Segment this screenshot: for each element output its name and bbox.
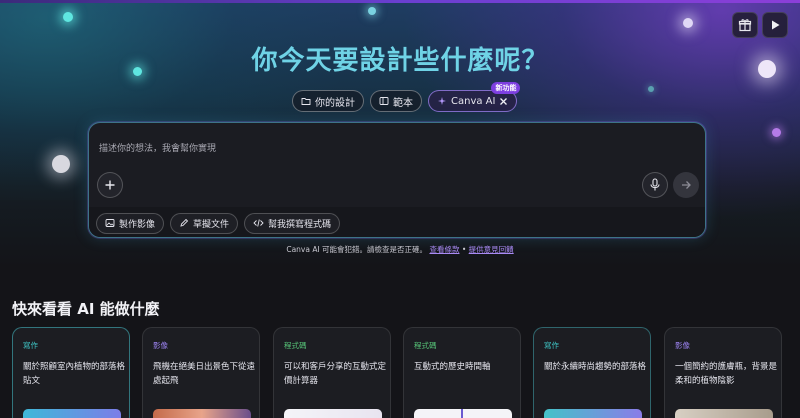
decor-glow-dot [368,7,376,15]
card-thumbnail [544,409,642,418]
decor-glow-dot [683,18,693,28]
example-card[interactable]: 影像 飛機在絕美日出景色下從遠處起飛 [142,327,260,418]
play-button[interactable] [762,12,788,38]
card-thumbnail [675,409,773,418]
decor-glow-dot [648,86,654,92]
tool-label: 草擬文件 [193,219,230,230]
card-text: 互動式的歷史時間軸 [414,362,491,372]
pen-icon [180,218,189,227]
card-tag: 程式碼 [414,341,437,350]
page-title: 你今天要設計些什麼呢？ [251,46,549,76]
chip-label: 你的設計 [315,97,355,109]
ai-disclaimer: Canva AI 可能會犯錯。請檢查是否正確。 查看條款 • 提供意見回饋 [0,244,800,255]
tool-draft-document[interactable]: 草擬文件 [170,212,239,234]
chip-canva-ai[interactable]: Canva AI 新功能 [428,82,521,112]
microphone-icon [650,178,660,191]
card-tag: 寫作 [544,341,559,350]
card-thumbnail [414,409,512,418]
template-icon [379,97,389,105]
tool-label: 幫我撰寫程式碼 [268,219,332,230]
prompt-quick-actions: 製作影像 草擬文件 幫我撰寫程式碼 [89,207,705,237]
chip-label: 範本 [393,97,413,109]
tool-make-image[interactable]: 製作影像 [96,212,165,234]
prompt-box: 描述你的想法，我會幫你實現 製作影像 草擬文件 幫我撰寫程式碼 [88,122,706,238]
feedback-link[interactable]: 提供意見回饋 [469,245,514,254]
card-text: 一個簡約的護膚瓶，背景是柔和的植物陰影 [675,362,778,386]
close-icon[interactable] [499,97,508,106]
gift-button[interactable] [732,12,758,38]
decor-glow-dot [772,128,781,137]
tool-write-code[interactable]: 幫我撰寫程式碼 [244,212,341,234]
example-card[interactable]: 寫作 關於永續時尚趨勢的部落格 [533,327,651,418]
top-accent-bar [0,0,800,3]
example-card[interactable]: 影像 一個簡約的護膚瓶，背景是柔和的植物陰影 [664,327,782,418]
card-thumbnail [284,409,382,418]
prompt-input[interactable]: 描述你的想法，我會幫你實現 [99,141,216,154]
new-feature-badge: 新功能 [491,82,521,94]
image-icon [105,219,115,227]
microphone-button[interactable] [642,172,668,198]
card-tag: 影像 [153,341,168,350]
tool-label: 製作影像 [119,219,156,230]
example-card[interactable]: 寫作 關於照顧室內植物的部落格貼文 [12,327,130,418]
decor-glow-dot [52,155,70,173]
card-thumbnail [153,409,251,418]
decor-glow-dot [63,12,73,22]
gift-icon [738,19,752,32]
card-tag: 程式碼 [284,341,307,350]
card-text: 可以和客戶分享的互動式定價計算器 [284,362,387,386]
code-icon [253,219,264,227]
card-text: 飛機在絕美日出景色下從遠處起飛 [153,362,256,386]
send-button[interactable] [673,172,699,198]
terms-link[interactable]: 查看條款 [429,245,459,254]
sparkle-icon [438,97,446,105]
card-tag: 影像 [675,341,690,350]
card-text: 關於照顧室內植物的部落格貼文 [23,362,126,386]
chip-templates[interactable]: 範本 [370,90,422,112]
example-card[interactable]: 程式碼 互動式的歷史時間軸 [403,327,521,418]
arrow-right-icon [682,181,691,189]
disclaimer-separator: • [461,245,467,254]
hero-chip-row: 你的設計 範本 Canva AI 新功能 [292,82,521,112]
play-icon [772,20,780,30]
card-thumbnail [23,409,121,418]
section-title: 快來看看 AI 能做什麼 [12,300,160,318]
plus-icon [105,180,115,190]
chip-your-designs[interactable]: 你的設計 [292,90,364,112]
card-tag: 寫作 [23,341,38,350]
disclaimer-text: Canva AI 可能會犯錯。請檢查是否正確。 [286,245,428,254]
example-cards: 寫作 關於照顧室內植物的部落格貼文 影像 飛機在絕美日出景色下從遠處起飛 程式碼… [12,327,800,418]
card-text: 關於永續時尚趨勢的部落格 [544,362,647,372]
example-card[interactable]: 程式碼 可以和客戶分享的互動式定價計算器 [273,327,391,418]
chip-label: Canva AI [451,95,496,107]
add-attachment-button[interactable] [97,172,123,198]
folder-icon [301,98,311,105]
